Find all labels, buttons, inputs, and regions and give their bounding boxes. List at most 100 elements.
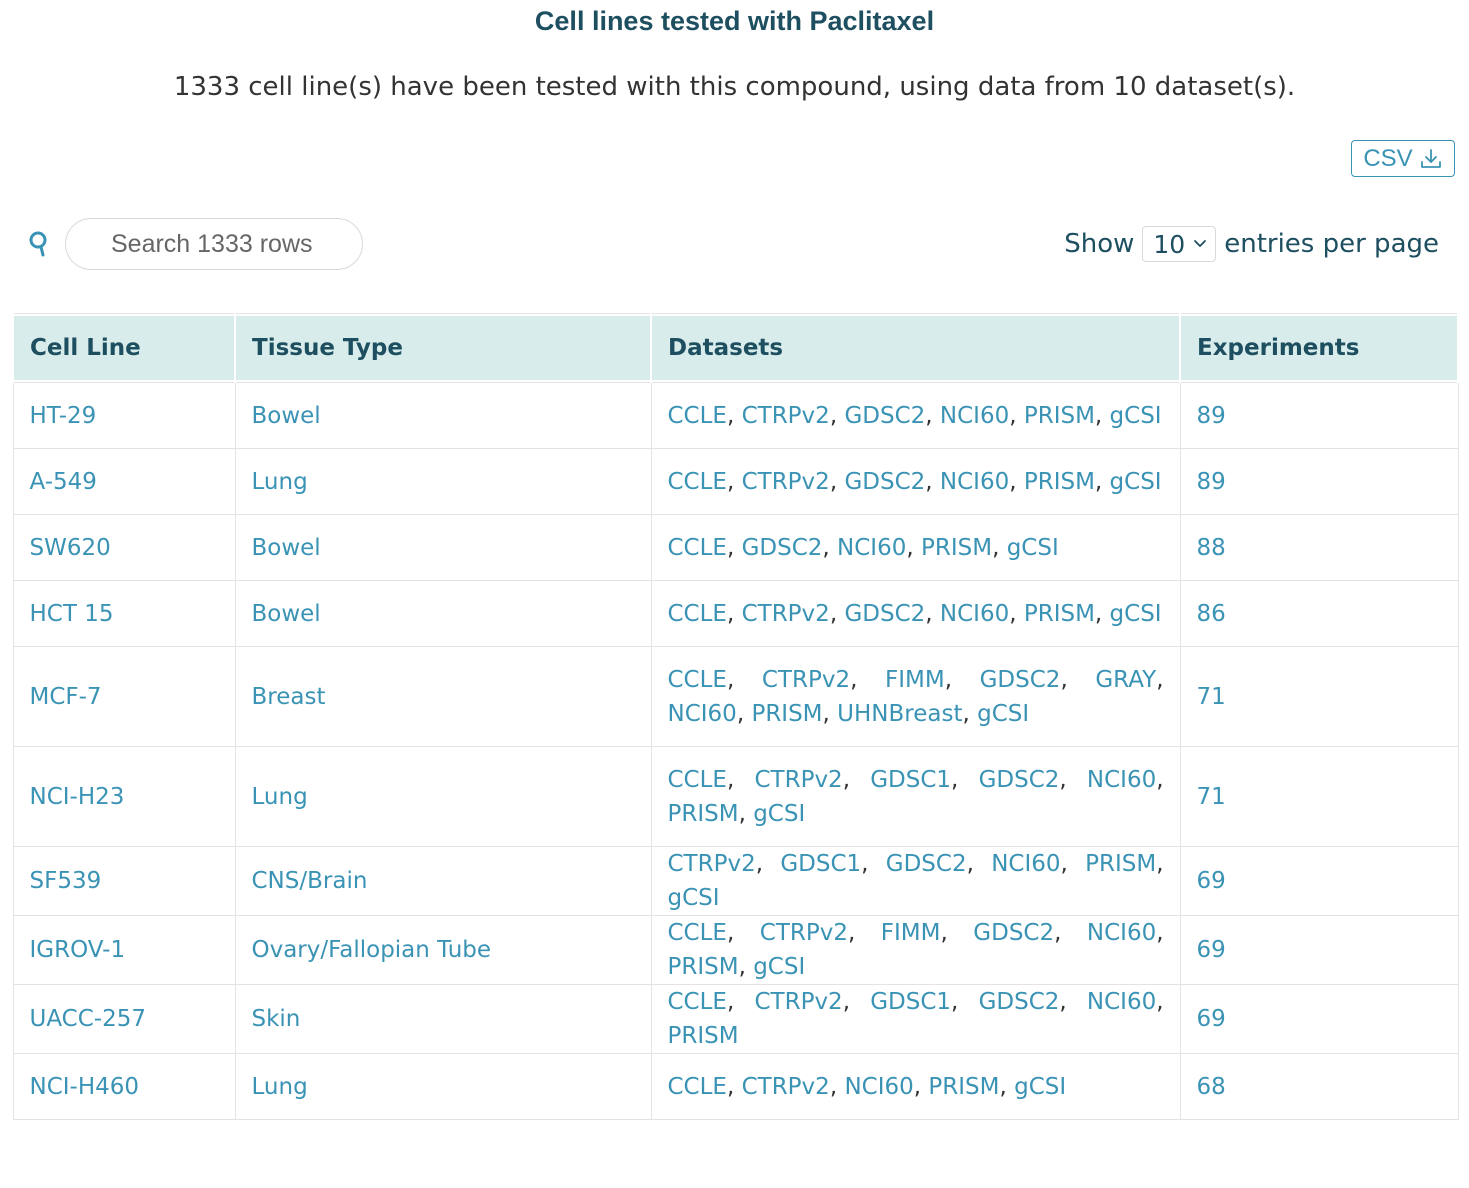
cell-line-cell-link[interactable]: IGROV-1 — [30, 937, 126, 963]
experiments-cell-link[interactable]: 71 — [1197, 784, 1226, 810]
dataset-link[interactable]: CTRPv2 — [754, 767, 842, 793]
search-input[interactable] — [65, 218, 363, 270]
tissue-type-cell-link[interactable]: Ovary/Fallopian Tube — [252, 937, 492, 963]
dataset-link[interactable]: CCLE — [668, 469, 727, 495]
cell-line-cell-link[interactable]: NCI-H460 — [30, 1074, 140, 1100]
experiments-cell-link[interactable]: 71 — [1197, 684, 1226, 710]
experiments-cell-link[interactable]: 89 — [1197, 403, 1226, 429]
dataset-link[interactable]: CTRPv2 — [762, 667, 850, 693]
dataset-link[interactable]: PRISM — [1024, 469, 1095, 495]
dataset-link[interactable]: gCSI — [668, 885, 720, 911]
dataset-link[interactable]: gCSI — [1110, 601, 1162, 627]
dataset-link[interactable]: gCSI — [1110, 403, 1162, 429]
dataset-link[interactable]: CTRPv2 — [668, 851, 756, 877]
column-header-cell-line[interactable]: Cell Line — [12, 313, 236, 383]
dataset-link[interactable]: gCSI — [1014, 1074, 1066, 1100]
dataset-link[interactable]: CTRPv2 — [754, 989, 842, 1015]
dataset-link[interactable]: CTRPv2 — [742, 403, 830, 429]
dataset-link[interactable]: GDSC2 — [973, 920, 1054, 946]
dataset-link[interactable]: CCLE — [668, 989, 727, 1015]
dataset-link[interactable]: NCI60 — [668, 701, 737, 727]
experiments-cell-link[interactable]: 68 — [1197, 1074, 1226, 1100]
dataset-link[interactable]: CCLE — [668, 920, 727, 946]
dataset-link[interactable]: CTRPv2 — [742, 469, 830, 495]
page-size-select[interactable]: 10 — [1142, 226, 1217, 262]
experiments-cell-link[interactable]: 89 — [1197, 469, 1226, 495]
tissue-type-cell-link[interactable]: Bowel — [252, 535, 321, 561]
cell-line-cell-link[interactable]: SW620 — [30, 535, 111, 561]
dataset-link[interactable]: NCI60 — [844, 1074, 913, 1100]
tissue-type-cell-link[interactable]: Skin — [252, 1006, 301, 1032]
dataset-link[interactable]: PRISM — [751, 701, 822, 727]
tissue-type-cell-link[interactable]: Lung — [252, 469, 308, 495]
dataset-link[interactable]: NCI60 — [940, 601, 1009, 627]
dataset-link[interactable]: CCLE — [668, 667, 727, 693]
dataset-link[interactable]: FIMM — [881, 920, 941, 946]
dataset-link[interactable]: GDSC2 — [980, 667, 1061, 693]
column-header-experiments[interactable]: Experiments — [1179, 313, 1459, 383]
tissue-type-cell-link[interactable]: Breast — [252, 684, 326, 710]
dataset-link[interactable]: NCI60 — [1087, 989, 1156, 1015]
dataset-link[interactable]: gCSI — [753, 954, 805, 980]
cell-line-cell-link[interactable]: A-549 — [30, 469, 97, 495]
dataset-link[interactable]: GRAY — [1095, 667, 1156, 693]
dataset-link[interactable]: gCSI — [1110, 469, 1162, 495]
cell-line-cell-link[interactable]: HT-29 — [30, 403, 97, 429]
dataset-link[interactable]: NCI60 — [837, 535, 906, 561]
dataset-link[interactable]: NCI60 — [991, 851, 1060, 877]
cell-line-cell-link[interactable]: UACC-257 — [30, 1006, 146, 1032]
dataset-link[interactable]: GDSC2 — [844, 403, 925, 429]
dataset-link[interactable]: GDSC2 — [979, 989, 1060, 1015]
dataset-link[interactable]: gCSI — [977, 701, 1029, 727]
dataset-link[interactable]: CCLE — [668, 1074, 727, 1100]
csv-download-button[interactable]: CSV — [1351, 140, 1455, 177]
experiments-cell-link[interactable]: 69 — [1197, 937, 1226, 963]
dataset-link[interactable]: PRISM — [1024, 403, 1095, 429]
dataset-link[interactable]: PRISM — [668, 954, 739, 980]
experiments-cell-link[interactable]: 69 — [1197, 868, 1226, 894]
dataset-link[interactable]: gCSI — [753, 801, 805, 827]
dataset-link[interactable]: NCI60 — [1087, 920, 1156, 946]
column-header-tissue-type[interactable]: Tissue Type — [234, 313, 652, 383]
dataset-link[interactable]: GDSC2 — [979, 767, 1060, 793]
dataset-link[interactable]: GDSC2 — [844, 469, 925, 495]
dataset-link[interactable]: GDSC1 — [780, 851, 861, 877]
experiments-cell-link[interactable]: 86 — [1197, 601, 1226, 627]
dataset-link[interactable]: GDSC2 — [844, 601, 925, 627]
tissue-type-cell-link[interactable]: Bowel — [252, 403, 321, 429]
dataset-link[interactable]: NCI60 — [940, 403, 1009, 429]
dataset-link[interactable]: GDSC2 — [742, 535, 823, 561]
dataset-link[interactable]: CCLE — [668, 601, 727, 627]
dataset-link[interactable]: GDSC1 — [870, 989, 951, 1015]
cell-line-cell-link[interactable]: MCF-7 — [30, 684, 102, 710]
dataset-link[interactable]: PRISM — [668, 801, 739, 827]
dataset-link[interactable]: FIMM — [885, 667, 945, 693]
dataset-link[interactable]: NCI60 — [940, 469, 1009, 495]
dataset-link[interactable]: CCLE — [668, 403, 727, 429]
dataset-link[interactable]: PRISM — [928, 1074, 999, 1100]
dataset-link[interactable]: PRISM — [1024, 601, 1095, 627]
dataset-link[interactable]: CTRPv2 — [760, 920, 848, 946]
dataset-link[interactable]: CCLE — [668, 767, 727, 793]
cell-line-cell-link[interactable]: NCI-H23 — [30, 784, 125, 810]
cell-line-cell-link[interactable]: HCT 15 — [30, 601, 114, 627]
dataset-link[interactable]: GDSC1 — [870, 767, 951, 793]
dataset-link[interactable]: CCLE — [668, 535, 727, 561]
cell-line-cell-link[interactable]: SF539 — [30, 868, 102, 894]
tissue-type-cell-link[interactable]: Lung — [252, 1074, 308, 1100]
dataset-link[interactable]: PRISM — [668, 1023, 739, 1049]
tissue-type-cell-link[interactable]: Bowel — [252, 601, 321, 627]
dataset-link[interactable]: PRISM — [921, 535, 992, 561]
column-header-datasets[interactable]: Datasets — [650, 313, 1181, 383]
dataset-link[interactable]: NCI60 — [1087, 767, 1156, 793]
tissue-type-cell-link[interactable]: CNS/Brain — [252, 868, 368, 894]
dataset-link[interactable]: GDSC2 — [886, 851, 967, 877]
experiments-cell-link[interactable]: 69 — [1197, 1006, 1226, 1032]
dataset-link[interactable]: gCSI — [1007, 535, 1059, 561]
tissue-type-cell-link[interactable]: Lung — [252, 784, 308, 810]
dataset-link[interactable]: UHNBreast — [837, 701, 962, 727]
experiments-cell-link[interactable]: 88 — [1197, 535, 1226, 561]
dataset-link[interactable]: PRISM — [1085, 851, 1156, 877]
dataset-link[interactable]: CTRPv2 — [742, 601, 830, 627]
dataset-link[interactable]: CTRPv2 — [742, 1074, 830, 1100]
